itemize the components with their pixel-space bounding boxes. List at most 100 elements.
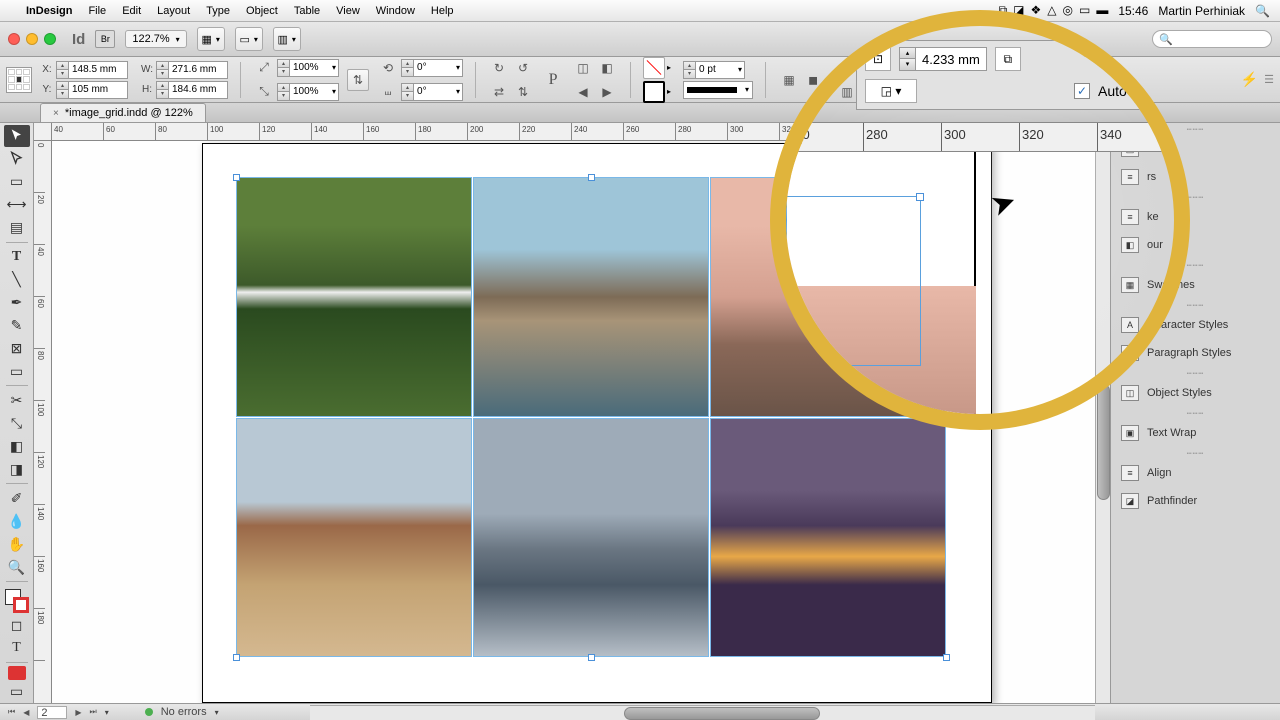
selection-handle[interactable]: [588, 174, 595, 181]
content-collector-tool[interactable]: ▤: [4, 217, 30, 239]
vertical-ruler[interactable]: 020406080100120140160180: [34, 141, 52, 703]
arrange-button[interactable]: ▥: [273, 27, 301, 51]
menu-help[interactable]: Help: [431, 5, 454, 17]
panel-character-styles[interactable]: ACharacter Styles: [1111, 311, 1280, 339]
selection-handle[interactable]: [943, 174, 950, 181]
stroke-button[interactable]: [643, 81, 665, 103]
rotate-ccw-icon[interactable]: ↺: [512, 57, 534, 79]
bridge-button[interactable]: Br: [95, 30, 115, 48]
adobe-icon[interactable]: ◪: [1013, 3, 1024, 18]
menu-window[interactable]: Window: [376, 5, 415, 17]
direct-selection-tool[interactable]: [4, 148, 30, 170]
menubar-user[interactable]: Martin Perhiniak: [1158, 4, 1245, 18]
close-button[interactable]: [8, 33, 20, 45]
page-number-input[interactable]: 2: [37, 706, 67, 719]
screen-mode-button[interactable]: ▭: [235, 27, 263, 51]
selection-handle[interactable]: [588, 654, 595, 661]
text-wrap-none-icon[interactable]: ▤: [836, 57, 858, 79]
search-input[interactable]: 🔍: [1152, 30, 1272, 48]
panel-colour[interactable]: ◧our: [1111, 231, 1280, 259]
panel-menu-icon[interactable]: ☰: [1264, 73, 1274, 86]
close-tab-icon[interactable]: ×: [53, 108, 59, 119]
rectangle-frame-tool[interactable]: ⊠: [4, 338, 30, 360]
fill-stroke-swatch[interactable]: [5, 589, 29, 613]
sync-icon[interactable]: ◎: [1062, 3, 1072, 18]
quick-apply-icon[interactable]: ⚡: [1241, 71, 1258, 88]
panel-layers[interactable]: ≡rs: [1111, 163, 1280, 191]
formatting-container[interactable]: T: [4, 637, 30, 659]
document-canvas[interactable]: [52, 141, 1110, 703]
selection-handle[interactable]: [233, 654, 240, 661]
prev-page-button[interactable]: ◀: [23, 708, 29, 717]
minimize-button[interactable]: [26, 33, 38, 45]
display-icon[interactable]: ▭: [1079, 3, 1090, 18]
selection-tool[interactable]: [4, 125, 30, 147]
select-prev-icon[interactable]: ◀: [572, 81, 594, 103]
image-frame-2[interactable]: [473, 177, 709, 417]
note-tool[interactable]: ✐: [4, 487, 30, 509]
maximize-button[interactable]: [44, 33, 56, 45]
text-wrap-jump-icon[interactable]: ▧: [860, 81, 882, 103]
pen-tool[interactable]: ✒: [4, 292, 30, 314]
view-options-button[interactable]: ▦: [197, 27, 225, 51]
p-icon[interactable]: P: [542, 69, 564, 91]
horizontal-ruler[interactable]: 4060801001201401601802002202402602803003…: [52, 123, 1110, 141]
type-tool[interactable]: T: [4, 246, 30, 268]
constrain-proportions-button[interactable]: ⇅: [347, 69, 369, 91]
image-grid[interactable]: [236, 177, 946, 657]
panel-object-styles[interactable]: ◫Object Styles: [1111, 379, 1280, 407]
select-content-icon[interactable]: ◧: [596, 57, 618, 79]
image-frame-3[interactable]: [710, 177, 946, 417]
last-page-button[interactable]: ⏭: [90, 707, 97, 717]
text-wrap-bounding-icon[interactable]: ▦: [860, 57, 882, 79]
page-tool[interactable]: ▭: [4, 171, 30, 193]
panel-swatches[interactable]: ▦Swatches: [1111, 271, 1280, 299]
gradient-feather-tool[interactable]: ◨: [4, 458, 30, 480]
height-input[interactable]: ▴▾184.6 mm: [156, 81, 228, 99]
width-input[interactable]: ▴▾271.6 mm: [156, 61, 228, 79]
menu-type[interactable]: Type: [206, 5, 230, 17]
next-page-button[interactable]: ▶: [75, 708, 81, 717]
image-frame-5[interactable]: [473, 418, 709, 658]
scale-y-input[interactable]: ▴▾100%▾: [277, 83, 339, 101]
selection-handle[interactable]: [943, 654, 950, 661]
default-fill-stroke[interactable]: ◻: [4, 614, 30, 636]
panel-pages[interactable]: ▤es: [1111, 135, 1280, 163]
vertical-scrollbar[interactable]: [1095, 123, 1110, 703]
flip-v-icon[interactable]: ⇅: [512, 81, 534, 103]
panel-align[interactable]: ≡Align: [1111, 459, 1280, 487]
gradient-swatch-tool[interactable]: ◧: [4, 435, 30, 457]
select-next-icon[interactable]: ▶: [596, 81, 618, 103]
selection-handle[interactable]: [233, 174, 240, 181]
rotate-input[interactable]: ▴▾0°▾: [401, 59, 463, 77]
stroke-style-input[interactable]: ▾: [683, 81, 753, 99]
menubar-status-icons[interactable]: ⧉ ◪ ❖ △ ◎ ▭ ▬: [999, 3, 1109, 18]
app-name[interactable]: InDesign: [26, 5, 72, 17]
fill-button[interactable]: [643, 57, 665, 79]
effects-icon[interactable]: ▦: [778, 69, 800, 91]
text-wrap-shape-icon[interactable]: ▥: [836, 81, 858, 103]
screen-mode-tool[interactable]: ▭: [4, 681, 30, 703]
panel-stroke[interactable]: ≡ke: [1111, 203, 1280, 231]
hand-tool[interactable]: ✋: [4, 533, 30, 555]
document-tab[interactable]: × *image_grid.indd @ 122%: [40, 103, 206, 122]
battery-icon[interactable]: ▬: [1096, 3, 1108, 18]
gdrive-icon[interactable]: △: [1047, 3, 1056, 18]
apply-color[interactable]: [8, 666, 26, 680]
panel-paragraph-styles[interactable]: ¶Paragraph Styles: [1111, 339, 1280, 367]
dropbox-icon[interactable]: ❖: [1030, 3, 1041, 18]
zoom-level[interactable]: 122.7%▾: [125, 30, 186, 48]
scale-x-input[interactable]: ▴▾100%▾: [277, 59, 339, 77]
menu-view[interactable]: View: [336, 5, 360, 17]
ruler-origin[interactable]: [34, 123, 52, 141]
reference-point[interactable]: [6, 67, 32, 93]
scissors-tool[interactable]: ✂: [4, 389, 30, 411]
image-frame-1[interactable]: [236, 177, 472, 417]
preflight-status[interactable]: No errors: [161, 706, 207, 718]
horizontal-scrollbar[interactable]: [310, 705, 1095, 720]
panel-pathfinder[interactable]: ◪Pathfinder: [1111, 487, 1280, 515]
menu-object[interactable]: Object: [246, 5, 278, 17]
pencil-tool[interactable]: ✎: [4, 315, 30, 337]
menubar-clock[interactable]: 15:46: [1118, 4, 1148, 18]
menu-edit[interactable]: Edit: [122, 5, 141, 17]
